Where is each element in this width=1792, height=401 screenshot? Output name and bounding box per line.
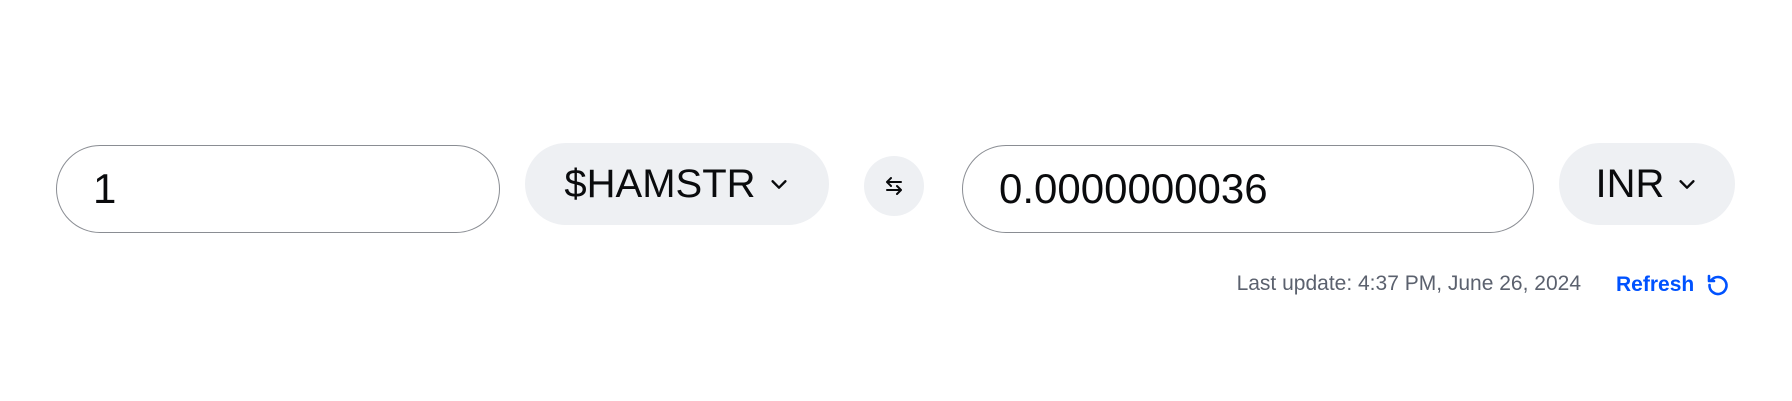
to-amount-input[interactable] (999, 165, 1533, 213)
currency-converter: $HAMSTR INR Last update: 4:37 PM, June 2… (0, 0, 1792, 401)
refresh-label: Refresh (1616, 273, 1695, 296)
to-currency-select[interactable]: INR (1559, 143, 1735, 225)
swap-currencies-button[interactable] (864, 156, 924, 216)
to-currency-label: INR (1595, 161, 1665, 206)
to-amount-field[interactable] (962, 145, 1534, 233)
last-update-text: Last update: 4:37 PM, June 26, 2024 (1236, 272, 1581, 295)
refresh-icon (1707, 274, 1728, 296)
refresh-button[interactable]: Refresh (1616, 268, 1732, 302)
chevron-down-icon (770, 180, 787, 189)
from-amount-field[interactable] (56, 145, 500, 233)
chevron-down-icon (1679, 180, 1696, 189)
from-amount-input[interactable] (93, 165, 499, 213)
from-currency-label: $HAMSTR (564, 161, 756, 206)
from-currency-select[interactable]: $HAMSTR (525, 143, 829, 225)
swap-arrows-icon (886, 177, 902, 195)
